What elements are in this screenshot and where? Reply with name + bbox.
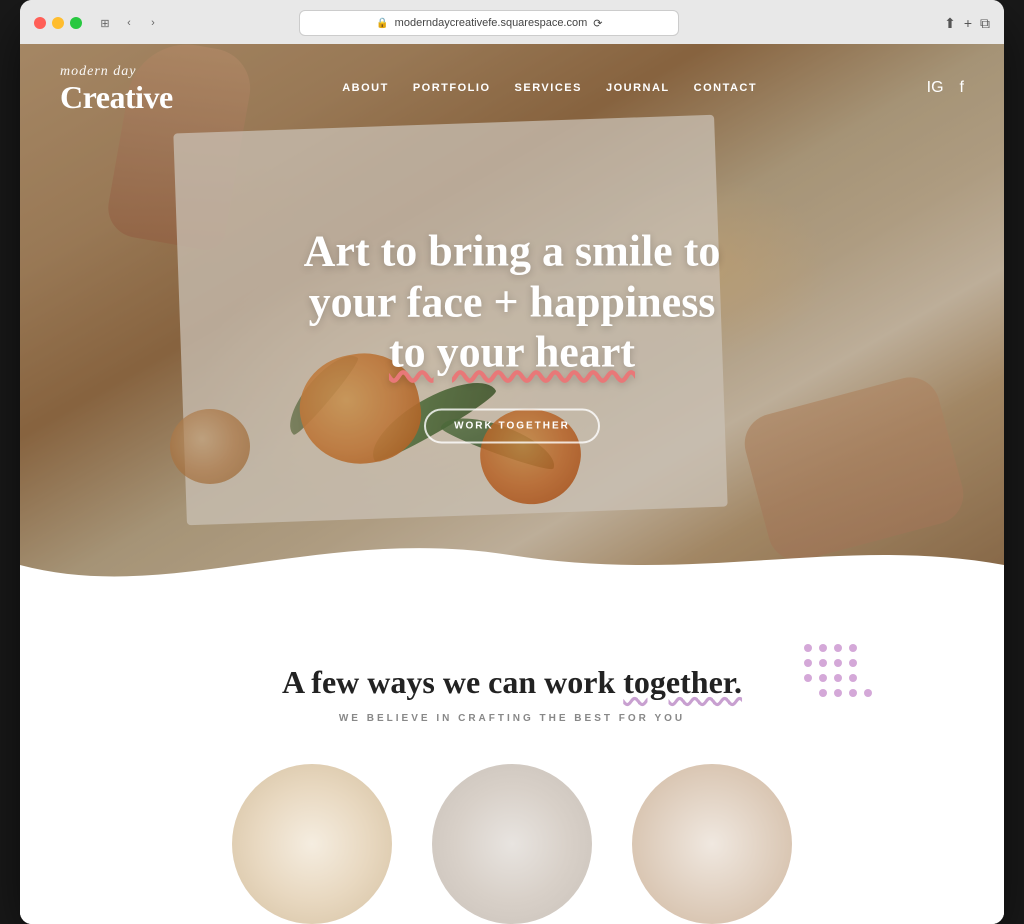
browser-controls: ⊞ ‹ › — [96, 14, 162, 32]
hero-headline-line2: your face + happiness — [309, 277, 716, 326]
below-fold-section: A few ways we can work together. WE BELI… — [20, 604, 1004, 924]
nav-links: ABOUT PORTFOLIO SERVICES JOURNAL CONTACT — [342, 82, 757, 94]
navigation: modern day Creative ABOUT PORTFOLIO SERV… — [20, 44, 1004, 133]
share-button[interactable]: ⬆ — [944, 15, 956, 32]
close-button[interactable] — [34, 17, 46, 29]
minimize-button[interactable] — [52, 17, 64, 29]
duplicate-button[interactable]: ⧉ — [980, 15, 990, 32]
dot-4 — [849, 644, 857, 652]
nav-social: IG f — [927, 79, 964, 97]
dot-6 — [819, 659, 827, 667]
dot-1 — [804, 644, 812, 652]
logo-main: Creative — [60, 81, 173, 113]
browser-window: ⊞ ‹ › 🔒 moderndaycreativefe.squarespace.… — [20, 0, 1004, 924]
nav-about[interactable]: ABOUT — [342, 82, 389, 94]
reload-icon[interactable]: ⟳ — [593, 17, 602, 30]
logo-script: modern day — [60, 64, 173, 81]
hero-content: Art to bring a smile to your face + happ… — [262, 226, 762, 443]
wave-divider — [20, 525, 1004, 604]
new-tab-button[interactable]: + — [964, 15, 972, 32]
dot-16 — [864, 689, 872, 697]
facebook-icon[interactable]: f — [960, 79, 964, 97]
card-circle-1 — [232, 764, 392, 924]
website-content: modern day Creative ABOUT PORTFOLIO SERV… — [20, 44, 1004, 924]
nav-services[interactable]: SERVICES — [515, 82, 582, 94]
grid-icon[interactable]: ⊞ — [96, 14, 114, 32]
nav-portfolio[interactable]: PORTFOLIO — [413, 82, 491, 94]
dot-7 — [834, 659, 842, 667]
dot-3 — [834, 644, 842, 652]
dot-5 — [804, 659, 812, 667]
forward-button[interactable]: › — [144, 14, 162, 32]
section-heading-text: A few ways we can work together. — [282, 664, 742, 700]
browser-chrome: ⊞ ‹ › 🔒 moderndaycreativefe.squarespace.… — [20, 0, 1004, 44]
cards-row — [60, 764, 964, 924]
dot-14 — [834, 689, 842, 697]
hero-headline-line1: Art to bring a smile to — [304, 226, 721, 275]
logo[interactable]: modern day Creative — [60, 64, 173, 113]
fullscreen-button[interactable] — [70, 17, 82, 29]
nav-journal[interactable]: JOURNAL — [606, 82, 670, 94]
hero-section: modern day Creative ABOUT PORTFOLIO SERV… — [20, 44, 1004, 604]
dot-13 — [819, 689, 827, 697]
dot-2 — [819, 644, 827, 652]
nav-contact[interactable]: CONTACT — [694, 82, 757, 94]
lock-icon: 🔒 — [376, 18, 388, 29]
dot-11 — [834, 674, 842, 682]
browser-actions: ⬆ + ⧉ — [944, 15, 990, 32]
dot-10 — [819, 674, 827, 682]
back-button[interactable]: ‹ — [120, 14, 138, 32]
dot-12 — [849, 674, 857, 682]
traffic-lights — [34, 17, 82, 29]
dot-15 — [849, 689, 857, 697]
hero-cta-button[interactable]: WORK TOGETHER — [424, 408, 600, 443]
card-circle-2 — [432, 764, 592, 924]
url-text: moderndaycreativefe.squarespace.com — [395, 17, 588, 29]
dot-8 — [849, 659, 857, 667]
hero-headline-line3: to your heart — [389, 328, 635, 377]
instagram-icon[interactable]: IG — [927, 79, 944, 97]
address-bar[interactable]: 🔒 moderndaycreativefe.squarespace.com ⟳ — [299, 10, 679, 36]
dot-9 — [804, 674, 812, 682]
hero-headline: Art to bring a smile to your face + happ… — [262, 226, 762, 378]
card-circle-3 — [632, 764, 792, 924]
dots-decoration — [804, 644, 884, 724]
